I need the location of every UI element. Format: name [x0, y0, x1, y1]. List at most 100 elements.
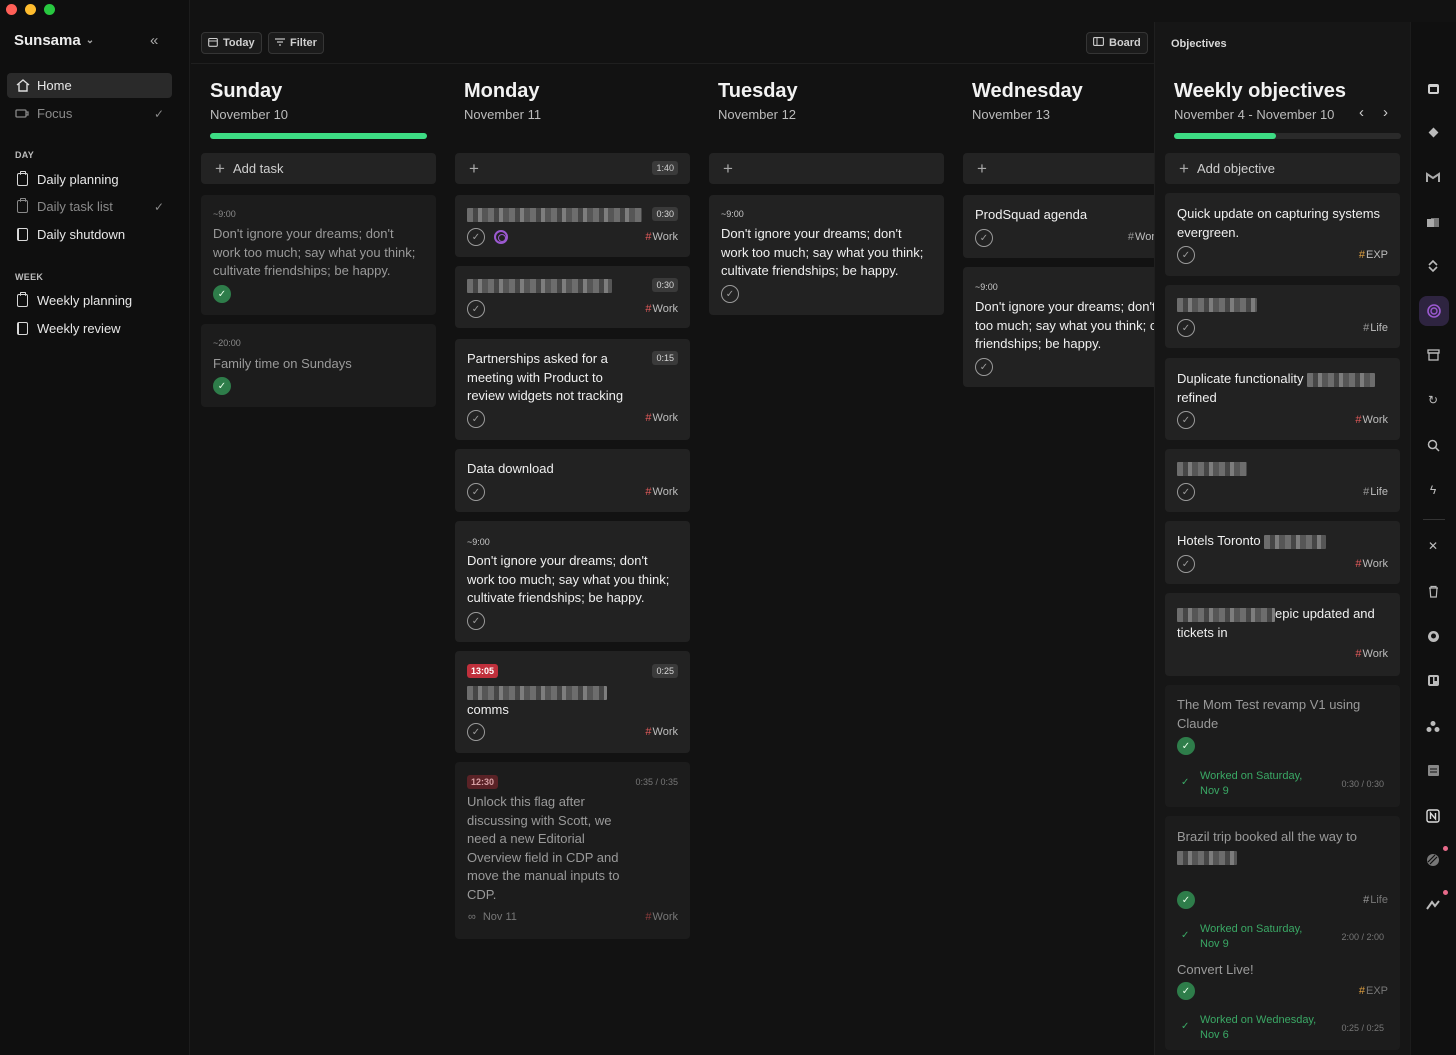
calendar-icon[interactable] — [1425, 80, 1441, 96]
objective-card[interactable]: ✓ #Life — [1165, 285, 1400, 348]
objective-title-cont: refined — [1177, 390, 1217, 405]
add-objective-button[interactable]: + Add objective — [1165, 153, 1400, 184]
objective-card[interactable]: The Mom Test revamp V1 using Claude ✓ ✓ … — [1165, 685, 1400, 807]
objective-title: Convert Live! — [1177, 962, 1254, 977]
objective-card[interactable]: Brazil trip booked all the way to ✓ #Lif… — [1165, 816, 1400, 959]
task-title: Don't ignore your dreams; don't work too… — [975, 299, 1154, 351]
close-window-button[interactable] — [6, 4, 17, 15]
objective-channel-tag[interactable]: #Life — [1363, 486, 1388, 498]
check-icon: ✓ — [1181, 930, 1190, 941]
objective-card[interactable]: Hotels Toronto ✓ #Work — [1165, 521, 1400, 584]
objectives-progress-fill — [1174, 133, 1277, 139]
tag-label: Life — [1370, 894, 1388, 906]
objective-channel-tag[interactable]: #Life — [1363, 894, 1388, 906]
linear-icon[interactable] — [1425, 852, 1441, 868]
objective-complete-checkbox[interactable]: ✓ — [1177, 982, 1195, 1000]
day-date: November 13 — [972, 107, 1051, 122]
objectives-panel: Objectives Weekly objectives November 4 … — [1154, 22, 1410, 1055]
objective-channel-tag[interactable]: #Work — [1355, 414, 1388, 426]
objective-title: Hotels Toronto — [1177, 532, 1388, 551]
notion-icon[interactable] — [1425, 808, 1441, 824]
archive-icon[interactable] — [1425, 347, 1441, 363]
rail-divider — [1423, 519, 1445, 520]
worked-on-text: Worked on Saturday, Nov 9 — [1200, 770, 1303, 797]
search-icon[interactable] — [1425, 437, 1441, 453]
chevron-right-icon[interactable]: › — [1383, 104, 1388, 121]
tag-label: Life — [1370, 486, 1388, 498]
objective-complete-checkbox[interactable]: ✓ — [1177, 411, 1195, 429]
objective-title-redacted — [1177, 459, 1388, 478]
objective-title-redacted — [1177, 295, 1388, 314]
objective-complete-checkbox[interactable]: ✓ — [1177, 483, 1195, 501]
chevron-left-icon[interactable]: ‹ — [1359, 104, 1364, 121]
worked-duration: 2:00 / 2:00 — [1341, 932, 1384, 942]
worked-duration: 0:25 / 0:25 — [1341, 1023, 1384, 1033]
objective-channel-tag[interactable]: #EXP — [1359, 985, 1388, 997]
objective-title-redacted — [1177, 848, 1388, 867]
objective-title-text: Duplicate functionality — [1177, 371, 1304, 386]
objectives-icon[interactable] — [1419, 296, 1449, 326]
tag-label: EXP — [1365, 985, 1388, 997]
sync-icon[interactable] — [1425, 258, 1441, 274]
objective-card[interactable]: ✓ #Life — [1165, 449, 1400, 512]
objective-complete-checkbox[interactable]: ✓ — [1177, 555, 1195, 573]
objectives-date-range: November 4 - November 10 — [1174, 107, 1335, 122]
tag-label: EXP — [1365, 249, 1388, 261]
objective-title-text: Hotels Toronto — [1177, 533, 1261, 548]
add-task-button[interactable]: + — [963, 153, 1154, 184]
task-complete-checkbox[interactable]: ✓ — [975, 358, 993, 376]
github-icon[interactable] — [1425, 628, 1441, 644]
objective-channel-tag[interactable]: #EXP — [1359, 249, 1388, 261]
trello-icon[interactable] — [1425, 672, 1441, 688]
integrations-rail: ↻ ϟ ✕ — [1410, 22, 1456, 1055]
task-time: ~9:00 — [975, 282, 998, 292]
objectives-progress-track — [1174, 133, 1401, 139]
objective-complete-checkbox[interactable]: ✓ — [1177, 319, 1195, 337]
notes-icon[interactable] — [1425, 762, 1441, 778]
task-card[interactable]: ProdSquad agenda ✓ #Wor — [963, 195, 1154, 258]
close-icon[interactable]: ✕ — [1425, 538, 1441, 554]
plus-icon: + — [1179, 158, 1189, 178]
task-complete-checkbox[interactable]: ✓ — [975, 229, 993, 247]
diamond-icon[interactable] — [1425, 124, 1441, 140]
worked-duration: 0:30 / 0:30 — [1341, 779, 1384, 789]
check-icon: ✓ — [1181, 1021, 1190, 1032]
objective-title-text: epic updated and — [1275, 606, 1375, 621]
bolt-icon[interactable]: ϟ — [1425, 482, 1441, 498]
objective-title: Brazil trip booked all the way to — [1177, 829, 1357, 844]
objective-title: Quick update on capturing systems evergr… — [1177, 206, 1381, 240]
tag-label: Wor — [1135, 231, 1154, 243]
task-channel-tag[interactable]: #Wor — [1128, 231, 1154, 243]
objective-channel-tag[interactable]: #Work — [1355, 648, 1388, 660]
day-column-wednesday: Wednesday November 13 + ProdSquad agenda… — [0, 0, 1154, 1055]
objective-channel-tag[interactable]: #Work — [1355, 558, 1388, 570]
objective-channel-tag[interactable]: #Life — [1363, 322, 1388, 334]
zoom-window-button[interactable] — [44, 4, 55, 15]
objective-card[interactable]: Convert Live! ✓ #EXP ✓ Worked on Wednesd… — [1165, 947, 1400, 1050]
objectives-title: Weekly objectives — [1174, 80, 1346, 102]
minimize-window-button[interactable] — [25, 4, 36, 15]
worked-on-text: Worked on Wednesday, Nov 6 — [1200, 1014, 1317, 1041]
objective-card[interactable]: epic updated and tickets in #Work — [1165, 593, 1400, 676]
asana-icon[interactable] — [1425, 718, 1441, 734]
notification-dot — [1443, 890, 1448, 895]
tag-label: Work — [1362, 648, 1388, 660]
objective-complete-checkbox[interactable]: ✓ — [1177, 737, 1195, 755]
refresh-icon[interactable]: ↻ — [1425, 392, 1441, 408]
objective-card[interactable]: Quick update on capturing systems evergr… — [1165, 193, 1400, 276]
objective-title: The Mom Test revamp V1 using Claude — [1177, 697, 1361, 731]
outlook-icon[interactable] — [1425, 214, 1441, 230]
gmail-icon[interactable] — [1425, 169, 1441, 185]
objective-complete-checkbox[interactable]: ✓ — [1177, 891, 1195, 909]
task-card[interactable]: ~9:00 Don't ignore your dreams; don't wo… — [963, 267, 1154, 387]
objective-complete-checkbox[interactable]: ✓ — [1177, 246, 1195, 264]
tag-label: Work — [1362, 558, 1388, 570]
tag-label: Work — [1362, 414, 1388, 426]
objectives-panel-title: Objectives — [1171, 38, 1227, 50]
trash-icon[interactable] — [1425, 583, 1441, 599]
objective-card[interactable]: Duplicate functionality refined ✓ #Work — [1165, 358, 1400, 440]
notification-dot — [1443, 846, 1448, 851]
clickup-icon[interactable] — [1425, 897, 1441, 913]
task-title: ProdSquad agenda — [975, 207, 1088, 222]
add-objective-label: Add objective — [1196, 161, 1275, 176]
